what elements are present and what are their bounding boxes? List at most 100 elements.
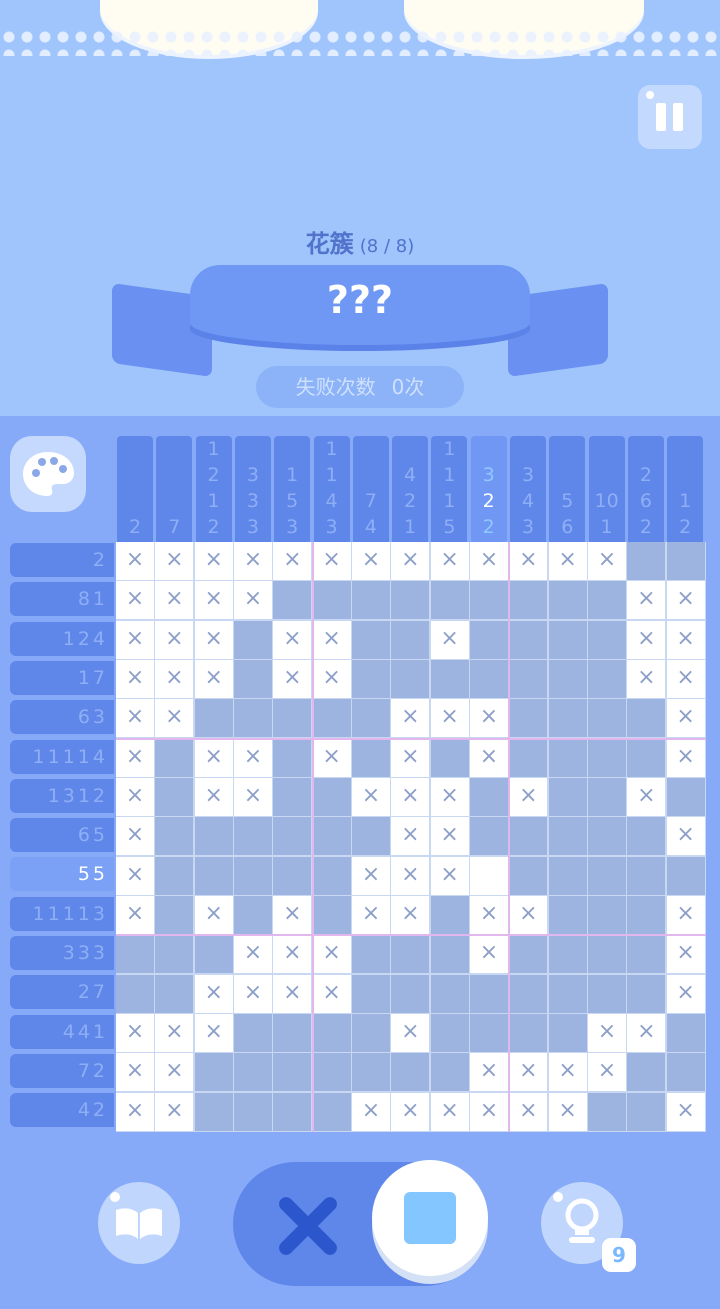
cell-filled[interactable]	[273, 738, 312, 777]
cell-crossed[interactable]	[233, 777, 272, 816]
cell-crossed[interactable]	[116, 856, 154, 895]
cell-crossed[interactable]	[194, 974, 233, 1013]
cell-filled[interactable]	[587, 1092, 626, 1131]
cell-filled[interactable]	[548, 699, 587, 738]
cell-crossed[interactable]	[233, 935, 272, 974]
cell-crossed[interactable]	[430, 699, 469, 738]
cell-filled[interactable]	[587, 777, 626, 816]
cell-crossed[interactable]	[666, 581, 705, 620]
cell-crossed[interactable]	[273, 620, 312, 659]
cell-filled[interactable]	[627, 738, 666, 777]
cell-filled[interactable]	[155, 738, 194, 777]
cell-crossed[interactable]	[194, 895, 233, 934]
cell-crossed[interactable]	[273, 542, 312, 580]
cell-filled[interactable]	[194, 1092, 233, 1131]
cell-crossed[interactable]	[312, 974, 351, 1013]
cell-filled[interactable]	[587, 935, 626, 974]
cell-filled[interactable]	[273, 1053, 312, 1092]
cell-filled[interactable]	[666, 856, 705, 895]
cell-filled[interactable]	[627, 1092, 666, 1131]
cell-crossed[interactable]	[312, 542, 351, 580]
cell-crossed[interactable]	[666, 1092, 705, 1131]
cell-crossed[interactable]	[391, 1013, 430, 1052]
guide-button[interactable]	[98, 1182, 180, 1264]
cell-crossed[interactable]	[430, 1092, 469, 1131]
cell-filled[interactable]	[430, 935, 469, 974]
cell-crossed[interactable]	[155, 699, 194, 738]
cell-filled[interactable]	[430, 659, 469, 698]
cell-filled[interactable]	[155, 895, 194, 934]
cell-filled[interactable]	[351, 1053, 390, 1092]
cell-crossed[interactable]	[666, 659, 705, 698]
cell-crossed[interactable]	[469, 542, 508, 580]
cell-crossed[interactable]	[194, 777, 233, 816]
cell-filled[interactable]	[587, 974, 626, 1013]
cell-filled[interactable]	[627, 699, 666, 738]
cell-filled[interactable]	[587, 659, 626, 698]
cell-crossed[interactable]	[627, 659, 666, 698]
cell-filled[interactable]	[587, 856, 626, 895]
cell-filled[interactable]	[194, 935, 233, 974]
cell-crossed[interactable]	[312, 620, 351, 659]
cell-filled[interactable]	[273, 777, 312, 816]
cell-crossed[interactable]	[194, 738, 233, 777]
cell-crossed[interactable]	[233, 738, 272, 777]
cell-filled[interactable]	[509, 659, 548, 698]
cell-filled[interactable]	[509, 935, 548, 974]
cell-filled[interactable]	[312, 1013, 351, 1052]
cell-crossed[interactable]	[587, 1053, 626, 1092]
cell-filled[interactable]	[587, 895, 626, 934]
cell-filled[interactable]	[351, 1013, 390, 1052]
cell-crossed[interactable]	[116, 895, 154, 934]
cell-filled[interactable]	[548, 777, 587, 816]
cell-crossed[interactable]	[587, 542, 626, 580]
cell-filled[interactable]	[469, 581, 508, 620]
cell-filled[interactable]	[116, 935, 154, 974]
cell-filled[interactable]	[430, 738, 469, 777]
cell-filled[interactable]	[312, 817, 351, 856]
cell-filled[interactable]	[312, 699, 351, 738]
cell-crossed[interactable]	[666, 817, 705, 856]
cell-crossed[interactable]	[194, 620, 233, 659]
cell-crossed[interactable]	[548, 542, 587, 580]
cell-filled[interactable]	[233, 659, 272, 698]
cell-filled[interactable]	[233, 817, 272, 856]
cell-filled[interactable]	[194, 699, 233, 738]
cell-crossed[interactable]	[666, 895, 705, 934]
cell-crossed[interactable]	[116, 1092, 154, 1131]
cell-crossed[interactable]	[116, 817, 154, 856]
cell-filled[interactable]	[155, 974, 194, 1013]
cell-crossed[interactable]	[312, 738, 351, 777]
cell-crossed[interactable]	[233, 581, 272, 620]
cell-filled[interactable]	[351, 581, 390, 620]
cell-crossed[interactable]	[391, 856, 430, 895]
cell-crossed[interactable]	[587, 1013, 626, 1052]
cell-crossed[interactable]	[469, 738, 508, 777]
cell-crossed[interactable]	[273, 659, 312, 698]
cell-filled[interactable]	[509, 1013, 548, 1052]
cell-filled[interactable]	[666, 1053, 705, 1092]
cell-filled[interactable]	[155, 777, 194, 816]
cell-crossed[interactable]	[627, 620, 666, 659]
cell-filled[interactable]	[194, 817, 233, 856]
cell-filled[interactable]	[391, 581, 430, 620]
cell-crossed[interactable]	[391, 738, 430, 777]
cell-crossed[interactable]	[391, 542, 430, 580]
cell-filled[interactable]	[116, 974, 154, 1013]
cell-crossed[interactable]	[273, 974, 312, 1013]
cell-filled[interactable]	[509, 620, 548, 659]
cell-crossed[interactable]	[273, 935, 312, 974]
cell-filled[interactable]	[587, 620, 626, 659]
cell-filled[interactable]	[312, 581, 351, 620]
cell-filled[interactable]	[430, 1013, 469, 1052]
cell-filled[interactable]	[233, 620, 272, 659]
cell-crossed[interactable]	[155, 542, 194, 580]
cell-filled[interactable]	[312, 1092, 351, 1131]
cell-crossed[interactable]	[627, 777, 666, 816]
cell-filled[interactable]	[233, 1053, 272, 1092]
cell-filled[interactable]	[509, 738, 548, 777]
cell-filled[interactable]	[273, 817, 312, 856]
cell-crossed[interactable]	[509, 1092, 548, 1131]
cell-filled[interactable]	[509, 817, 548, 856]
cell-filled[interactable]	[666, 777, 705, 816]
